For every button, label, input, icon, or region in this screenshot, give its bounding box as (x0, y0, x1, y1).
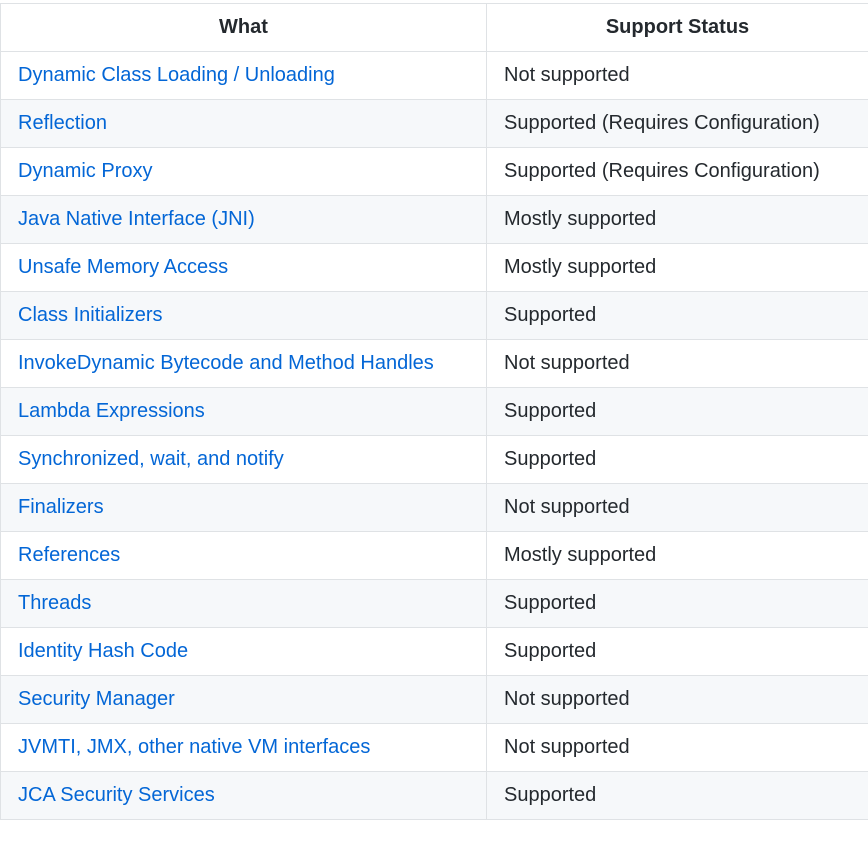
feature-link[interactable]: Dynamic Class Loading / Unloading (18, 64, 335, 86)
feature-link[interactable]: Identity Hash Code (18, 640, 188, 662)
table-row: JCA Security Services Supported (0, 771, 868, 820)
table-row: Threads Supported (0, 579, 868, 628)
status-text: Not supported (504, 352, 630, 374)
feature-link[interactable]: References (18, 544, 120, 566)
feature-link[interactable]: JVMTI, JMX, other native VM interfaces (18, 736, 370, 758)
table-row: Dynamic Proxy Supported (Requires Config… (0, 147, 868, 196)
status-cell: Supported (Requires Configuration) (486, 147, 868, 196)
table-row: Class Initializers Supported (0, 291, 868, 340)
table-header-row: What Support Status (0, 3, 868, 52)
feature-link[interactable]: Reflection (18, 112, 107, 134)
status-cell: Mostly supported (486, 531, 868, 580)
table-row: JVMTI, JMX, other native VM interfaces N… (0, 723, 868, 772)
column-header-what: What (0, 3, 487, 52)
status-cell: Not supported (486, 339, 868, 388)
table-row: Reflection Supported (Requires Configura… (0, 99, 868, 148)
table-row: Lambda Expressions Supported (0, 387, 868, 436)
status-cell: Not supported (486, 723, 868, 772)
status-text: Not supported (504, 688, 630, 710)
feature-cell: Unsafe Memory Access (0, 243, 487, 292)
status-text: Supported (504, 400, 597, 422)
feature-link[interactable]: Java Native Interface (JNI) (18, 208, 255, 230)
feature-cell: Synchronized, wait, and notify (0, 435, 487, 484)
feature-link[interactable]: JCA Security Services (18, 784, 215, 806)
feature-cell: Identity Hash Code (0, 627, 487, 676)
status-cell: Supported (486, 387, 868, 436)
table-row: Dynamic Class Loading / Unloading Not su… (0, 51, 868, 100)
status-text: Supported (504, 640, 597, 662)
status-text: Supported (504, 592, 597, 614)
feature-link[interactable]: Lambda Expressions (18, 400, 205, 422)
status-cell: Not supported (486, 51, 868, 100)
feature-cell: JVMTI, JMX, other native VM interfaces (0, 723, 487, 772)
table-row: Java Native Interface (JNI) Mostly suppo… (0, 195, 868, 244)
feature-link[interactable]: Security Manager (18, 688, 175, 710)
table-row: Finalizers Not supported (0, 483, 868, 532)
status-cell: Not supported (486, 675, 868, 724)
status-text: Supported (Requires Configuration) (504, 112, 820, 134)
feature-cell: Finalizers (0, 483, 487, 532)
feature-cell: Threads (0, 579, 487, 628)
status-cell: Not supported (486, 483, 868, 532)
feature-cell: InvokeDynamic Bytecode and Method Handle… (0, 339, 487, 388)
feature-support-table: What Support Status Dynamic Class Loadin… (0, 3, 868, 820)
column-header-support-status: Support Status (486, 3, 868, 52)
status-text: Not supported (504, 736, 630, 758)
status-cell: Supported (486, 435, 868, 484)
feature-cell: Reflection (0, 99, 487, 148)
status-text: Mostly supported (504, 544, 657, 566)
status-cell: Supported (486, 291, 868, 340)
feature-cell: Class Initializers (0, 291, 487, 340)
status-cell: Supported (486, 771, 868, 820)
status-cell: Mostly supported (486, 195, 868, 244)
status-text: Mostly supported (504, 256, 657, 278)
feature-cell: Dynamic Class Loading / Unloading (0, 51, 487, 100)
status-text: Supported (Requires Configuration) (504, 160, 820, 182)
feature-cell: Dynamic Proxy (0, 147, 487, 196)
status-text: Supported (504, 304, 597, 326)
table-row: Unsafe Memory Access Mostly supported (0, 243, 868, 292)
status-text: Supported (504, 784, 597, 806)
feature-cell: Security Manager (0, 675, 487, 724)
feature-link[interactable]: Dynamic Proxy (18, 160, 152, 182)
feature-cell: JCA Security Services (0, 771, 487, 820)
status-cell: Mostly supported (486, 243, 868, 292)
feature-cell: Lambda Expressions (0, 387, 487, 436)
table-row: Security Manager Not supported (0, 675, 868, 724)
feature-link[interactable]: Threads (18, 592, 91, 614)
feature-link[interactable]: Synchronized, wait, and notify (18, 448, 284, 470)
status-text: Mostly supported (504, 208, 657, 230)
table-row: Identity Hash Code Supported (0, 627, 868, 676)
table-row: InvokeDynamic Bytecode and Method Handle… (0, 339, 868, 388)
status-text: Supported (504, 448, 597, 470)
table-row: References Mostly supported (0, 531, 868, 580)
table-row: Synchronized, wait, and notify Supported (0, 435, 868, 484)
feature-link[interactable]: Class Initializers (18, 304, 162, 326)
status-cell: Supported (486, 627, 868, 676)
feature-link[interactable]: Finalizers (18, 496, 104, 518)
feature-cell: Java Native Interface (JNI) (0, 195, 487, 244)
status-cell: Supported (Requires Configuration) (486, 99, 868, 148)
feature-link[interactable]: Unsafe Memory Access (18, 256, 228, 278)
status-cell: Supported (486, 579, 868, 628)
status-text: Not supported (504, 64, 630, 86)
table-body: Dynamic Class Loading / Unloading Not su… (0, 51, 868, 820)
feature-cell: References (0, 531, 487, 580)
feature-link[interactable]: InvokeDynamic Bytecode and Method Handle… (18, 352, 434, 374)
status-text: Not supported (504, 496, 630, 518)
